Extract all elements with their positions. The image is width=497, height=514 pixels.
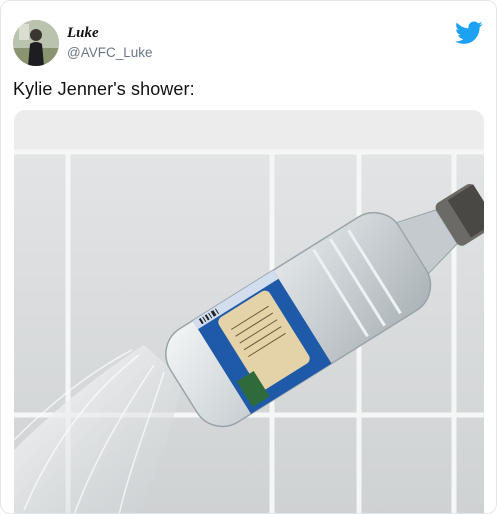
tweet-image[interactable] — [14, 110, 484, 513]
tweet-card: Luke @AVFC_Luke Kylie Jenner's shower: — [0, 0, 497, 514]
author-name[interactable]: Luke — [67, 25, 99, 42]
twitter-bird-icon[interactable] — [455, 21, 483, 45]
author-handle[interactable]: @AVFC_Luke — [67, 45, 153, 60]
avatar[interactable] — [13, 20, 59, 66]
tweet-text: Kylie Jenner's shower: — [13, 79, 195, 99]
